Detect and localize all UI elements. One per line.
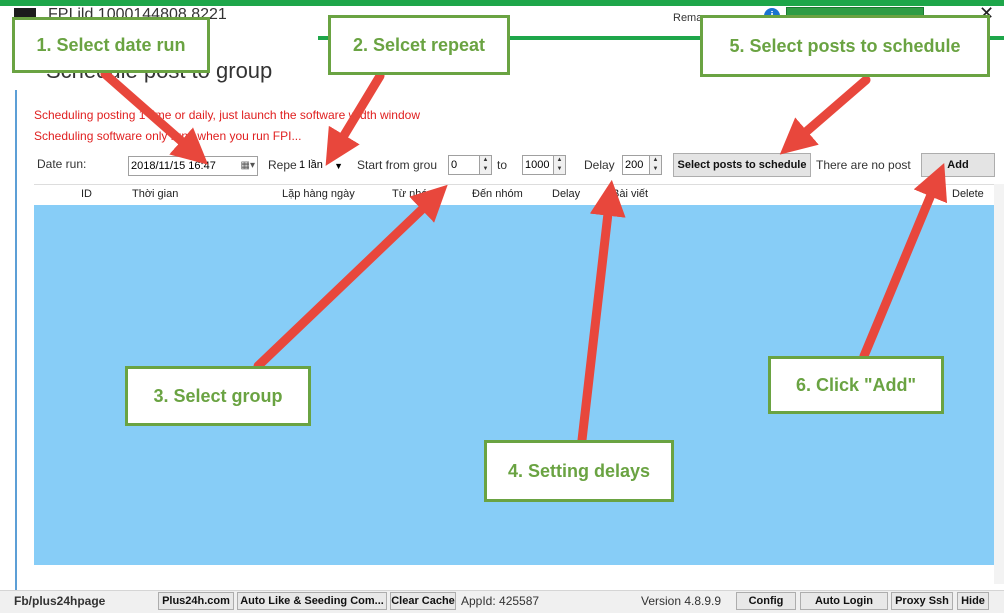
arrow-3 bbox=[253, 184, 448, 371]
callout-select-posts: 5. Select posts to schedule bbox=[700, 15, 990, 77]
callout-select-repeat: 2. Selcet repeat bbox=[328, 15, 510, 75]
callout-click-add: 6. Click "Add" bbox=[768, 356, 944, 414]
arrow-2 bbox=[325, 71, 385, 166]
arrow-5 bbox=[779, 75, 871, 155]
arrow-1 bbox=[100, 69, 209, 165]
arrow-6 bbox=[859, 163, 948, 361]
annotation-arrows bbox=[100, 69, 948, 445]
arrow-4 bbox=[577, 179, 626, 445]
callout-select-group: 3. Select group bbox=[125, 366, 311, 426]
callout-setting-delays: 4. Setting delays bbox=[484, 440, 674, 502]
callout-select-date-run: 1. Select date run bbox=[12, 17, 210, 73]
